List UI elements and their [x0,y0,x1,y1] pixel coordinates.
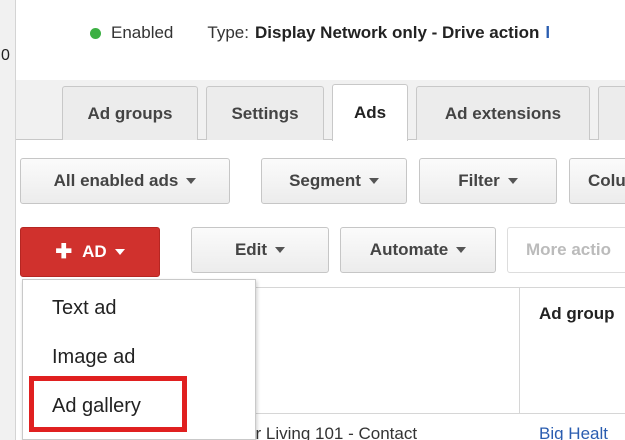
chevron-down-icon [114,249,125,255]
automate-dropdown[interactable]: Automate [340,227,496,273]
all-enabled-ads-label: All enabled ads [53,171,179,190]
left-sidebar-strip: 0 [0,0,16,440]
campaign-status-row: Enabled Type: Display Network only - Dri… [90,22,550,44]
chevron-down-icon [456,247,467,253]
type-edit-link[interactable]: l [545,23,550,43]
ad-gallery-highlight-box [29,376,187,432]
edit-label: Edit [234,240,268,259]
status-label[interactable]: Enabled [111,23,173,43]
edit-dropdown[interactable]: Edit [191,227,329,273]
columns-label: Colu [588,171,625,190]
table-row-divider [255,413,625,414]
more-actions-label: More actio [526,240,612,259]
segment-label: Segment [289,171,361,190]
type-label: Type: [207,23,249,42]
segment-dropdown[interactable]: Segment [261,158,407,204]
column-header-ad-group[interactable]: Ad group [539,304,615,324]
type-value: Display Network only - Drive action [254,23,540,42]
filter-dropdown[interactable]: Filter [419,158,557,204]
sidebar-label: 0 [1,47,10,64]
all-enabled-ads-dropdown[interactable]: All enabled ads [20,158,230,204]
chevron-down-icon [186,178,197,184]
menu-item-text-ad[interactable]: Text ad [52,297,116,320]
tab-settings[interactable]: Settings [206,86,324,140]
tab-overflow[interactable] [598,86,625,140]
add-ad-label: AD [82,242,107,261]
table-row-ad-group-link[interactable]: Big Healt [539,424,608,440]
enabled-status-dot-icon [90,27,101,39]
chevron-down-icon [507,178,518,184]
tab-ad-extensions[interactable]: Ad extensions [416,86,590,140]
column-divider [519,288,520,413]
chevron-down-icon [368,178,379,184]
filter-label: Filter [458,171,500,190]
plus-icon: ✚ [55,241,73,263]
add-ad-button[interactable]: ✚ AD [20,227,160,277]
menu-item-image-ad[interactable]: Image ad [52,346,135,369]
more-actions-button: More actio [507,227,625,273]
table-header-divider [255,287,625,288]
tab-ad-groups[interactable]: Ad groups [62,86,198,140]
automate-label: Automate [369,240,449,259]
chevron-down-icon [275,247,286,253]
columns-dropdown[interactable]: Colu [569,158,625,204]
tab-ads[interactable]: Ads [332,84,408,141]
